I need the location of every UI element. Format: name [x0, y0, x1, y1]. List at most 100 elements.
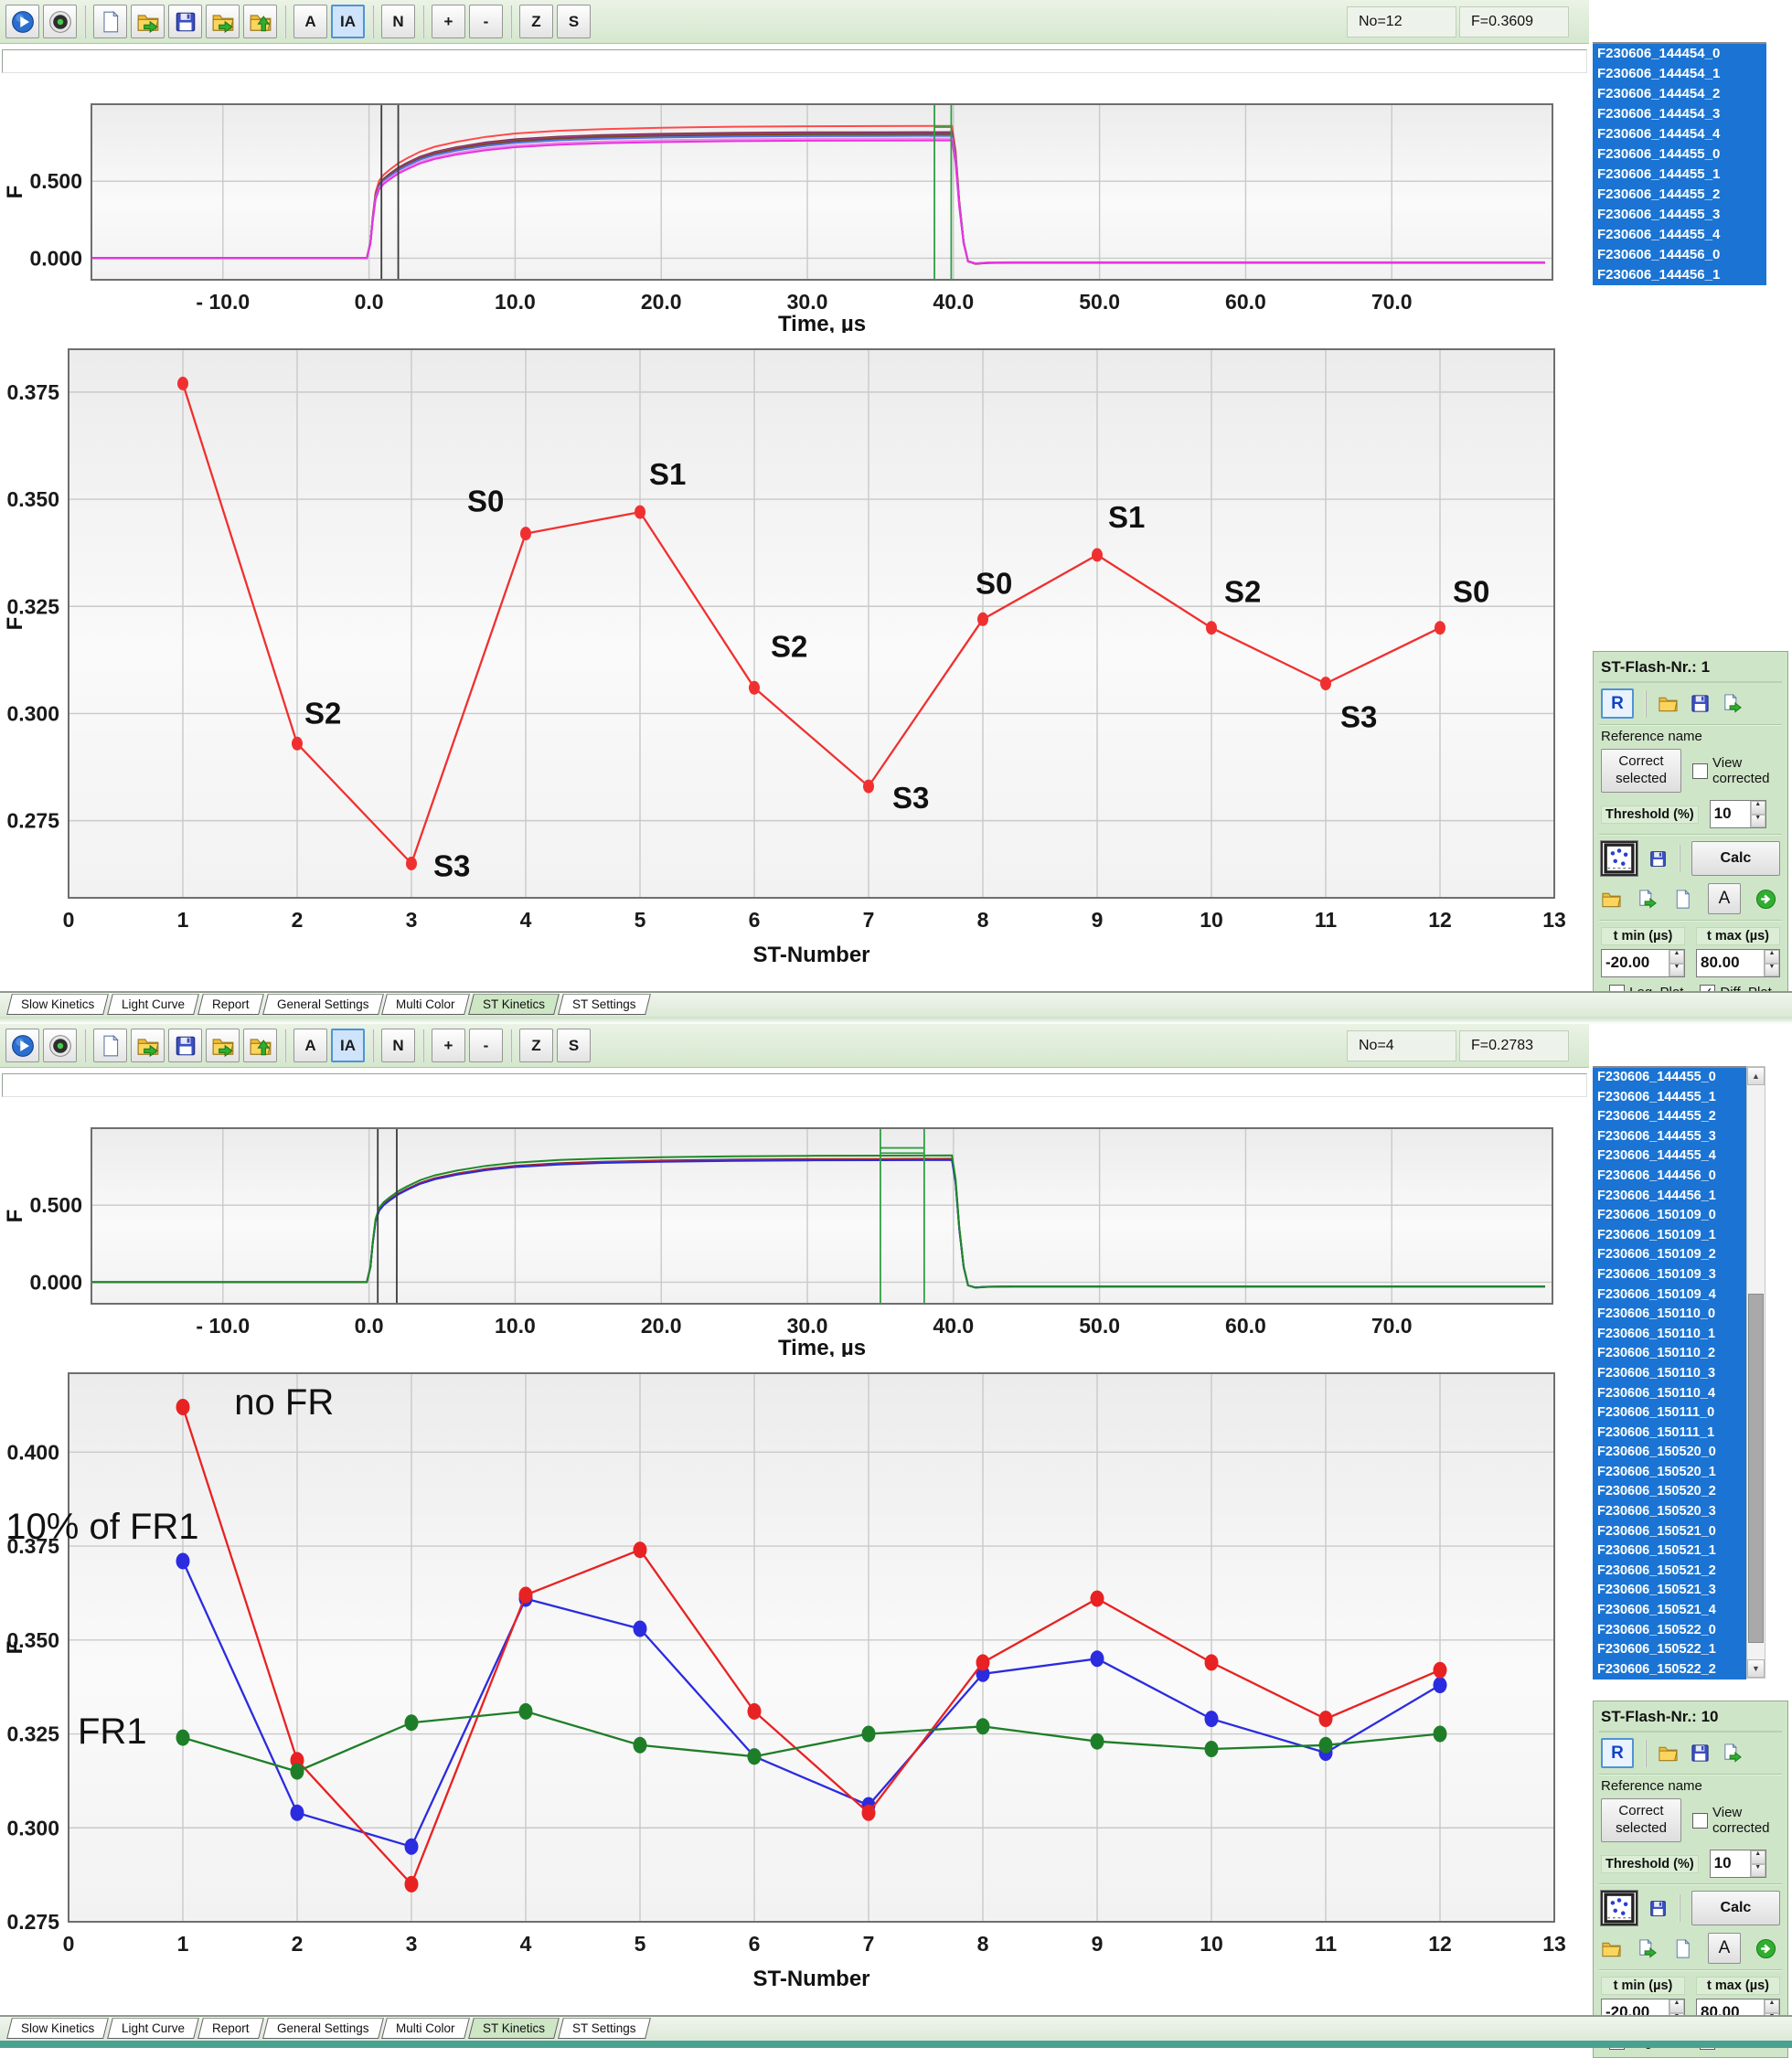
spinner-arrows[interactable]: ▲▼ [1669, 950, 1684, 976]
time-course-chart[interactable]: - 10.00.010.020.030.040.050.060.070.00.0… [0, 77, 1589, 333]
threshold-value[interactable]: 10 [1711, 1850, 1750, 1877]
scrollbar-thumb[interactable] [1748, 1294, 1764, 1643]
file-list-item[interactable]: F230606_150522_2 [1593, 1660, 1746, 1680]
file-list-item[interactable]: F230606_150110_3 [1593, 1364, 1746, 1384]
tab-multi-color[interactable]: Multi Color [382, 2018, 470, 2039]
scroll-down-icon[interactable]: ▼ [1747, 1659, 1765, 1678]
toolbar-button-s[interactable]: S [557, 1029, 591, 1062]
tab-slow-kinetics[interactable]: Slow Kinetics [6, 994, 109, 1015]
file-list-item[interactable]: F230606_144455_2 [1593, 185, 1766, 205]
auto-scale-button[interactable]: A [1708, 883, 1741, 914]
file-list-item[interactable]: F230606_144455_0 [1593, 144, 1766, 165]
threshold-spinner[interactable]: 10▲▼ [1710, 1850, 1766, 1878]
file-list-item[interactable]: F230606_144455_3 [1593, 205, 1766, 225]
reference-mode-button[interactable]: R [1601, 688, 1634, 719]
file-list-item[interactable]: F230606_150521_2 [1593, 1562, 1746, 1582]
file-list-item[interactable]: F230606_150110_4 [1593, 1384, 1746, 1404]
file-list-item[interactable]: F230606_150109_0 [1593, 1206, 1746, 1226]
file-list-item[interactable]: F230606_150522_0 [1593, 1621, 1746, 1641]
save-button[interactable] [168, 1029, 202, 1062]
toolbar-button-n[interactable]: N [381, 1029, 415, 1062]
calc-button[interactable]: Calc [1691, 1891, 1780, 1925]
st-number-chart[interactable]: 0123456789101112130.2750.3000.3250.3500.… [0, 1360, 1589, 2013]
toolbar-button-z[interactable]: Z [519, 1029, 553, 1062]
tab-report[interactable]: Report [197, 994, 263, 1015]
toolbar-button-ia[interactable]: IA [331, 1029, 365, 1062]
comment-field[interactable] [2, 49, 1587, 73]
file-list-item[interactable]: F230606_150111_0 [1593, 1403, 1746, 1424]
export-icon[interactable] [1637, 889, 1658, 910]
tmin-spinner[interactable]: -20.00▲▼ [1601, 949, 1685, 977]
toolbar-button-n[interactable]: N [381, 5, 415, 38]
auto-scale-button[interactable]: A [1708, 1933, 1741, 1964]
file-list-item[interactable]: F230606_150109_4 [1593, 1285, 1746, 1306]
save-icon[interactable] [1648, 1898, 1668, 1919]
tab-light-curve[interactable]: Light Curve [107, 994, 199, 1015]
file-list-item[interactable]: F230606_144455_4 [1593, 1146, 1746, 1167]
save-icon[interactable] [1690, 693, 1711, 714]
file-list-item[interactable]: F230606_150520_1 [1593, 1463, 1746, 1483]
file-list-item[interactable]: F230606_144455_2 [1593, 1107, 1746, 1127]
file-list-item[interactable]: F230606_150520_2 [1593, 1482, 1746, 1502]
st-number-chart[interactable]: 0123456789101112130.2750.3000.3250.3500.… [0, 336, 1589, 989]
toolbar-button-a[interactable]: A [293, 1029, 327, 1062]
tab-multi-color[interactable]: Multi Color [382, 994, 470, 1015]
toolbar-button-z[interactable]: Z [519, 5, 553, 38]
spinner-arrows[interactable]: ▲▼ [1764, 950, 1779, 976]
file-list-item[interactable]: F230606_144455_0 [1593, 1068, 1746, 1088]
file-list-item[interactable]: F230606_144456_0 [1593, 245, 1766, 265]
record-button[interactable] [43, 1029, 77, 1062]
file-list-item[interactable]: F230606_150110_1 [1593, 1325, 1746, 1345]
spinner-arrows[interactable]: ▲▼ [1750, 1850, 1765, 1877]
go-arrow-icon[interactable] [1755, 889, 1776, 910]
export-icon[interactable] [1722, 1743, 1743, 1764]
threshold-value[interactable]: 10 [1711, 801, 1750, 827]
play-button[interactable] [5, 5, 39, 38]
view-corrected-checkbox[interactable] [1692, 763, 1708, 779]
export-icon[interactable] [1722, 693, 1743, 714]
file-list-item[interactable]: F230606_144454_0 [1593, 44, 1766, 64]
toolbar-button-plus[interactable]: + [432, 5, 465, 38]
scatter-preview-button[interactable] [1601, 841, 1637, 876]
toolbar-button-minus[interactable]: - [469, 5, 503, 38]
play-button[interactable] [5, 1029, 39, 1062]
file-list-item[interactable]: F230606_144454_2 [1593, 84, 1766, 104]
file-list-item[interactable]: F230606_144455_1 [1593, 1088, 1746, 1108]
save-icon[interactable] [1648, 848, 1668, 869]
tab-light-curve[interactable]: Light Curve [107, 2018, 199, 2039]
time-course-chart[interactable]: - 10.00.010.020.030.040.050.060.070.00.0… [0, 1101, 1589, 1357]
toolbar-button-minus[interactable]: - [469, 1029, 503, 1062]
new-file-button[interactable] [93, 5, 127, 38]
toolbar-button-plus[interactable]: + [432, 1029, 465, 1062]
file-list-item[interactable]: F230606_144454_1 [1593, 64, 1766, 84]
open-file-button[interactable] [131, 5, 165, 38]
file-list-item[interactable]: F230606_144456_1 [1593, 265, 1766, 285]
tmin-value[interactable]: -20.00 [1602, 950, 1669, 976]
file-list-scrollbar[interactable]: ▲ ▼ [1746, 1066, 1765, 1679]
file-list-item[interactable]: F230606_150522_1 [1593, 1640, 1746, 1660]
file-list-item[interactable]: F230606_144455_1 [1593, 165, 1766, 185]
save-button[interactable] [168, 5, 202, 38]
new-page-icon[interactable] [1672, 889, 1693, 910]
file-list-item[interactable]: F230606_150521_1 [1593, 1541, 1746, 1562]
go-arrow-icon[interactable] [1755, 1938, 1776, 1959]
export-icon[interactable] [1637, 1938, 1658, 1959]
import-button[interactable] [206, 1029, 240, 1062]
tab-st-settings[interactable]: ST Settings [558, 2018, 650, 2039]
file-list-item[interactable]: F230606_150109_3 [1593, 1265, 1746, 1285]
reference-mode-button[interactable]: R [1601, 1738, 1634, 1768]
record-button[interactable] [43, 5, 77, 38]
correct-selected-button[interactable]: Correct selected [1601, 1798, 1681, 1842]
import-button[interactable] [206, 5, 240, 38]
open-folder-icon[interactable] [1601, 1938, 1622, 1959]
file-list-item[interactable]: F230606_144456_0 [1593, 1167, 1746, 1187]
file-list-item[interactable]: F230606_150521_3 [1593, 1581, 1746, 1601]
file-list-item[interactable]: F230606_144455_4 [1593, 225, 1766, 245]
scroll-up-icon[interactable]: ▲ [1747, 1067, 1765, 1085]
toolbar-button-ia[interactable]: IA [331, 5, 365, 38]
tab-general-settings[interactable]: General Settings [262, 2018, 383, 2039]
file-list-item[interactable]: F230606_150110_2 [1593, 1344, 1746, 1364]
file-list-item[interactable]: F230606_144456_1 [1593, 1187, 1746, 1207]
toolbar-button-s[interactable]: S [557, 5, 591, 38]
open-file-button[interactable] [131, 1029, 165, 1062]
